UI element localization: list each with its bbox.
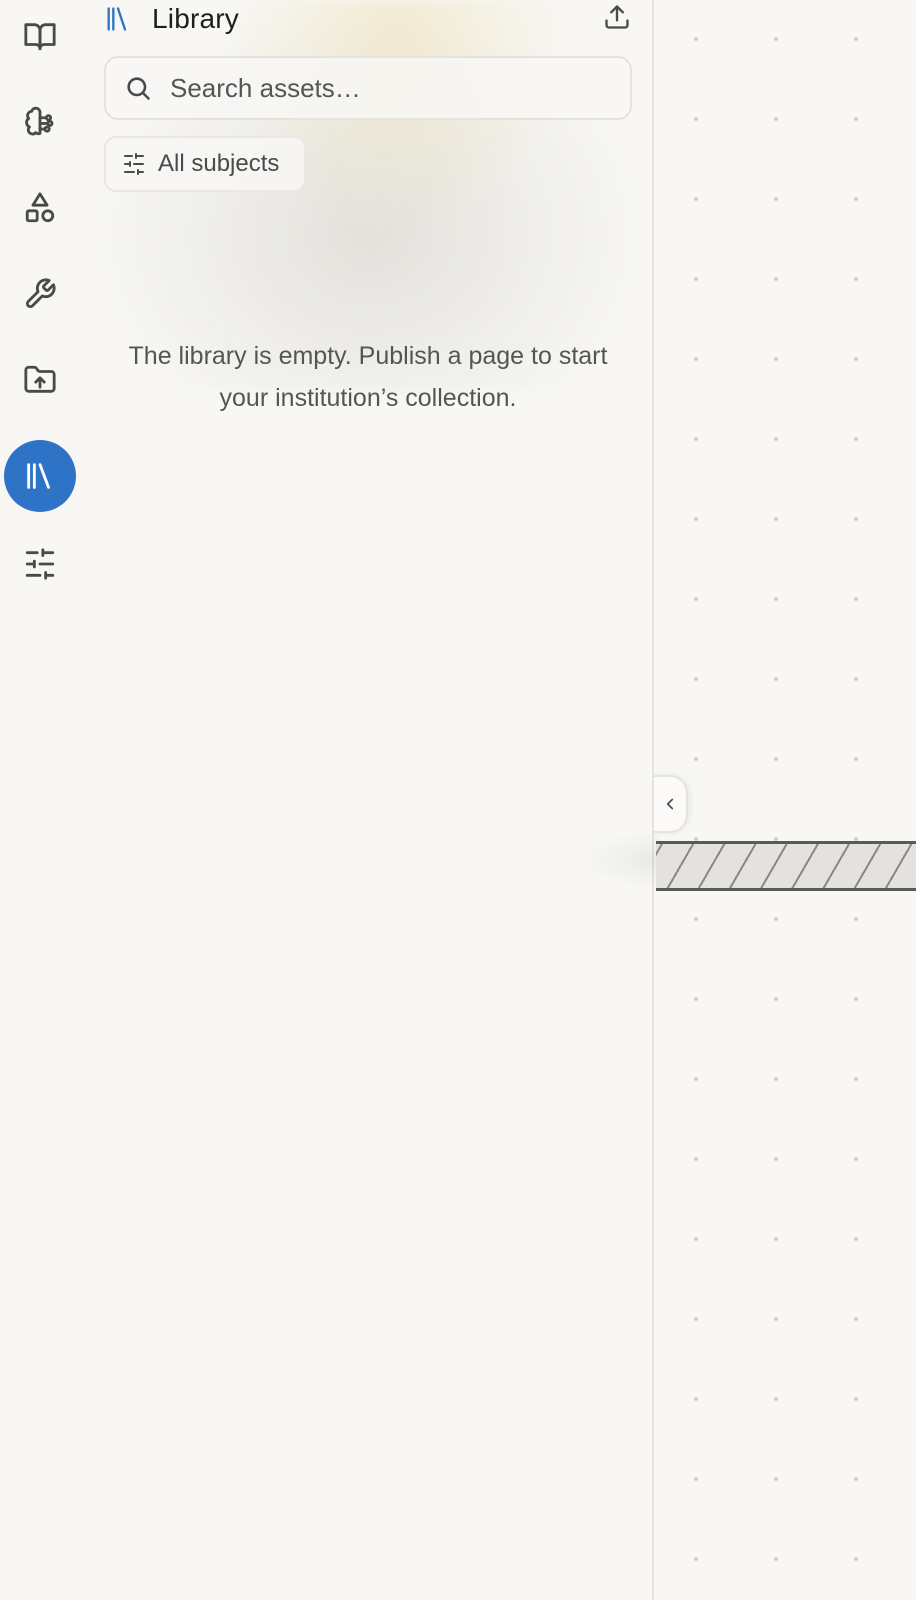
search-box	[104, 56, 632, 120]
icon-rail	[0, 0, 80, 1600]
panel-header: Library	[104, 0, 634, 38]
hatched-placeholder-bar	[656, 841, 916, 891]
chevron-left-icon	[666, 798, 674, 810]
rail-item-tools[interactable]	[4, 258, 76, 330]
upload-button[interactable]	[600, 0, 634, 34]
shapes-icon	[25, 192, 55, 223]
upload-icon	[605, 5, 629, 29]
rail-item-upload-folder[interactable]	[4, 344, 76, 416]
subject-filter-label: All subjects	[158, 150, 280, 177]
rail-item-library[interactable]	[4, 440, 76, 512]
rail-item-book[interactable]	[4, 0, 76, 72]
rail-item-shapes[interactable]	[4, 172, 76, 244]
canvas-area[interactable]	[656, 0, 916, 1600]
collapse-panel-button[interactable]	[654, 775, 688, 833]
library-icon	[104, 5, 132, 33]
library-panel: Library All subjec	[80, 0, 654, 1600]
search-icon	[127, 77, 150, 100]
book-open-icon	[24, 23, 56, 51]
brain-icon	[25, 106, 54, 136]
empty-state-message: The library is empty. Publish a page to …	[128, 342, 608, 412]
library-icon	[27, 463, 50, 489]
panel-title: Library	[152, 3, 239, 34]
app-window: Library All subjec	[0, 0, 916, 1600]
sliders-icon	[124, 153, 144, 175]
wrench-icon	[25, 278, 56, 309]
sliders-icon	[25, 548, 55, 580]
folder-upload-icon	[24, 365, 56, 393]
rail-item-brain[interactable]	[4, 86, 76, 158]
search-input[interactable]	[168, 71, 608, 105]
rail-item-settings[interactable]	[4, 528, 76, 600]
subject-filter-button[interactable]: All subjects	[104, 136, 306, 192]
